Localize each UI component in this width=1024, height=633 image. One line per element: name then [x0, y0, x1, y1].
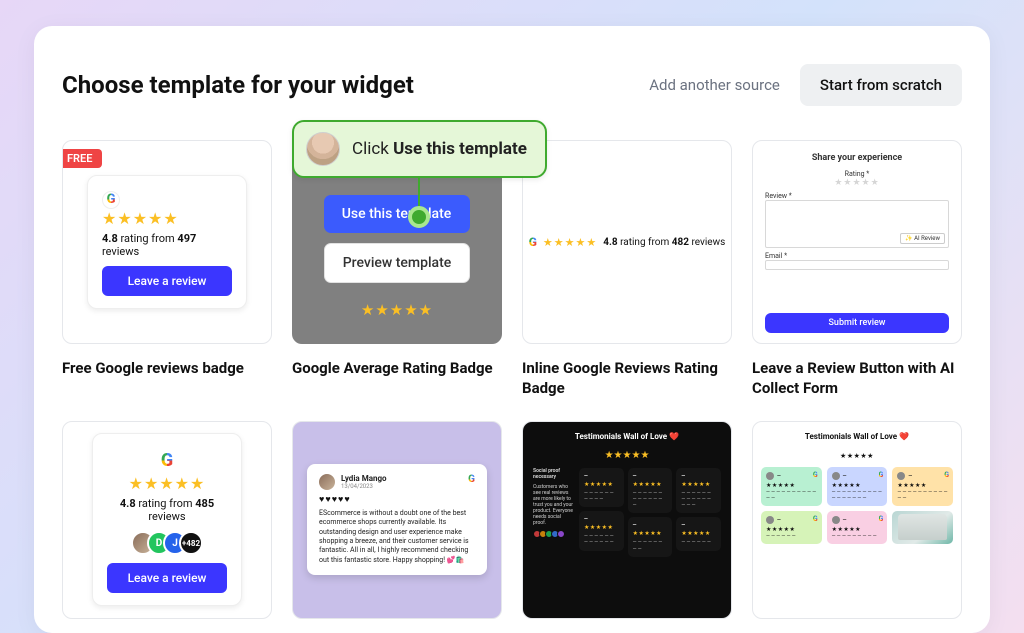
inline-rating-preview: G ★★★★★ 4.8 rating from 482 reviews [529, 235, 726, 249]
template-card-wall-light[interactable]: Testimonials Wall of Love ❤️ ★★★★★ —G★★★… [752, 421, 962, 619]
testimonial-card: —★★★★★— — — — — — [676, 517, 721, 550]
header-actions: Add another source Start from scratch [649, 64, 962, 106]
wall-grid: —G★★★★★— — — — — — — — — — — — —G★★★★★— … [761, 467, 953, 545]
template-title: Leave a Review Button with AI Collect Fo… [752, 358, 962, 399]
template-card-badge-avatars[interactable]: G ★★★★★ 4.8 rating from 485 reviews D J … [62, 421, 272, 619]
template-title: Google Average Rating Badge [292, 358, 502, 378]
template-thumbnail: G ★★★★★ 4.8 rating from 485 reviews D J … [62, 421, 272, 619]
form-email-label: Email * [765, 252, 949, 260]
callout-target-dot [408, 206, 430, 228]
star-rating-icon: ★★★★★ [605, 450, 650, 461]
ai-review-button[interactable]: ✨ AI Review [900, 233, 945, 244]
avatars-row: D J +482 [107, 531, 227, 555]
rating-text: 4.8 rating from 482 reviews [603, 237, 725, 248]
review-body: EScommerce is without a doubt one of the… [319, 509, 475, 566]
review-date: 13/04/2023 [341, 483, 387, 490]
header: Choose template for your widget Add anot… [62, 64, 962, 106]
testimonial-photo [892, 511, 953, 544]
leave-review-button[interactable]: Leave a review [102, 266, 232, 296]
star-rating-icon: ★★★★★ [361, 301, 433, 319]
testimonial-card: —★★★★★— — — — — — — — — — — — [579, 511, 624, 551]
rating-text: 4.8 rating from 497 reviews [102, 232, 232, 258]
star-rating-icon: ★★★★★ [107, 474, 227, 493]
hover-actions: Use this template Preview template [324, 195, 471, 283]
template-thumbnail: Testimonials Wall of Love ❤️ ★★★★★ Socia… [522, 421, 732, 619]
wall-title: Testimonials Wall of Love ❤️ [761, 432, 953, 441]
email-field[interactable] [765, 260, 949, 270]
add-another-source-link[interactable]: Add another source [649, 76, 780, 94]
testimonial-card: —★★★★★— — — — — — — — — — — — — [628, 468, 673, 514]
use-this-template-button[interactable]: Use this template [324, 195, 471, 233]
form-preview: Share your experience Rating * ★★★★★ Rev… [753, 141, 961, 343]
google-icon: G [944, 471, 949, 479]
google-icon: G [153, 446, 181, 474]
avatars-row [533, 530, 575, 538]
template-thumbnail: G ★★★★★ 4.8 rating from 482 reviews [522, 140, 732, 344]
testimonial-card: —★★★★★— — — — — — — — [628, 517, 673, 557]
star-rating-icon: ★★★★★ [102, 209, 232, 228]
star-rating-empty-icon: ★★★★★ [765, 178, 949, 188]
wall-title: Testimonials Wall of Love ❤️ [533, 432, 721, 441]
leave-review-button[interactable]: Leave a review [107, 563, 227, 593]
tutorial-text: Click Use this template [352, 139, 527, 159]
testimonial-card: —G★★★★★— — — — — — — — — — — — [892, 467, 953, 507]
form-review-label: Review * [765, 192, 949, 200]
form-rating-label: Rating * [765, 170, 949, 178]
review-textarea[interactable]: ✨ AI Review [765, 200, 949, 248]
template-picker-panel: Choose template for your widget Add anot… [34, 26, 990, 633]
review-card-preview: Lydia Mango 13/04/2023 G ♥♥♥♥♥ EScommerc… [307, 464, 487, 576]
reviewer-name: Lydia Mango [341, 474, 387, 483]
google-icon: G [813, 471, 818, 479]
template-card-wall-dark[interactable]: Testimonials Wall of Love ❤️ ★★★★★ Socia… [522, 421, 732, 619]
badge-preview: G ★★★★★ 4.8 rating from 485 reviews D J … [92, 433, 242, 606]
testimonial-card: —G★★★★★— — — — — — — — — [827, 511, 888, 544]
testimonial-card: —G★★★★★— — — — — — [761, 511, 822, 544]
tutor-avatar [306, 132, 340, 166]
badge-preview: G ★★★★★ 4.8 rating from 497 reviews Leav… [87, 175, 247, 309]
google-icon: G [813, 515, 818, 523]
rating-text: 4.8 rating from 485 reviews [107, 497, 227, 523]
google-icon: G [102, 191, 120, 209]
submit-review-button[interactable]: Submit review [765, 313, 949, 333]
google-icon: G [468, 474, 475, 485]
testimonial-card: —★★★★★— — — — — — — — — — — — — — — [676, 468, 721, 514]
testimonial-card: —★★★★★— — — — — — — — — — [579, 468, 624, 508]
template-thumbnail: FREE G ★★★★★ 4.8 rating from 497 reviews… [62, 140, 272, 344]
wall-grid: Social proof necessary Customers who see… [533, 468, 721, 618]
testimonial-card: —G★★★★★— — — — — — — — — — — — [761, 467, 822, 507]
template-card-review-card[interactable]: Lydia Mango 13/04/2023 G ♥♥♥♥♥ EScommerc… [292, 421, 502, 619]
template-card-free-google-badge[interactable]: FREE G ★★★★★ 4.8 rating from 497 reviews… [62, 140, 272, 399]
template-thumbnail: Lydia Mango 13/04/2023 G ♥♥♥♥♥ EScommerc… [292, 421, 502, 619]
template-title: Free Google reviews badge [62, 358, 272, 378]
template-card-ai-collect-form[interactable]: Share your experience Rating * ★★★★★ Rev… [752, 140, 962, 399]
form-title: Share your experience [765, 153, 949, 163]
template-thumbnail: Testimonials Wall of Love ❤️ ★★★★★ —G★★★… [752, 421, 962, 619]
star-rating-icon: ★★★★★ [543, 236, 597, 249]
template-card-avg-rating-badge[interactable]: ★★★★★ Use this template Preview template… [292, 140, 502, 399]
template-title: Inline Google Reviews Rating Badge [522, 358, 732, 399]
avatar [319, 474, 335, 490]
avatar-more: +482 [179, 531, 203, 555]
hearts-rating-icon: ♥♥♥♥♥ [319, 494, 475, 505]
preview-template-button[interactable]: Preview template [324, 243, 471, 283]
template-card-inline-rating[interactable]: G ★★★★★ 4.8 rating from 482 reviews Inli… [522, 140, 732, 399]
start-from-scratch-button[interactable]: Start from scratch [800, 64, 962, 106]
tutorial-callout: Click Use this template [292, 120, 547, 178]
free-badge: FREE [62, 149, 102, 168]
google-icon: G [879, 471, 884, 479]
template-thumbnail: Share your experience Rating * ★★★★★ Rev… [752, 140, 962, 344]
google-icon: G [529, 235, 537, 249]
template-grid: FREE G ★★★★★ 4.8 rating from 497 reviews… [62, 140, 962, 619]
google-icon: G [879, 515, 884, 523]
testimonial-card: —G★★★★★— — — — — — — — — — — — — — — — — [827, 467, 888, 507]
social-proof-column: Social proof necessary Customers who see… [533, 468, 575, 618]
page-title: Choose template for your widget [62, 71, 414, 99]
star-rating-icon: ★★★★★ [840, 452, 874, 460]
